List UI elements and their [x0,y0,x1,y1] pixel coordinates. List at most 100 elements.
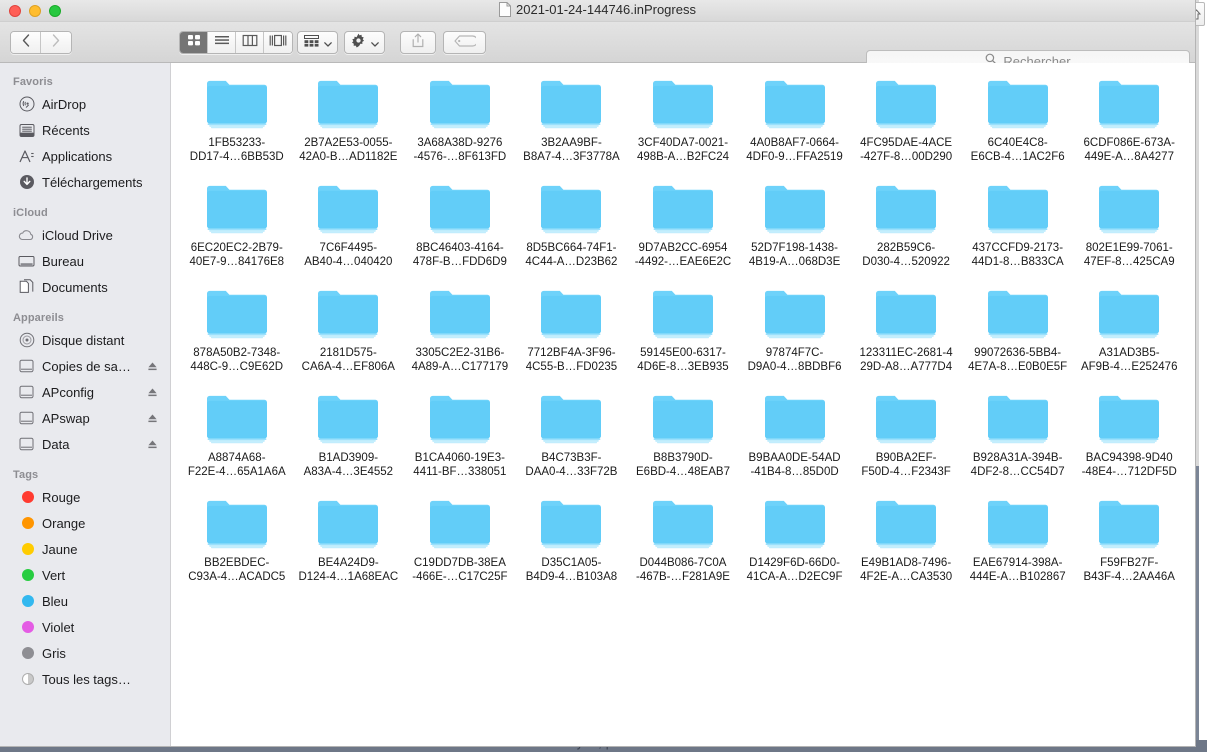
file-item[interactable]: 97874F7C- D9A0-4…8BDBF6 [739,287,851,374]
eject-icon[interactable] [147,361,158,372]
folder-icon [874,392,938,445]
sidebar-tag-vert[interactable]: Vert [0,562,170,588]
list-view-button[interactable] [208,32,236,53]
gallery-icon [269,34,287,52]
file-item[interactable]: 6EC20EC2-2B79- 40E7-9…84176E8 [181,182,293,269]
folder-icon [986,392,1050,445]
column-view-button[interactable] [236,32,264,53]
file-item[interactable]: A8874A68- F22E-4…65A1A6A [181,392,293,479]
icon-view-button[interactable] [180,32,208,53]
sidebar-tag-rouge[interactable]: Rouge [0,484,170,510]
file-label-line2: 4B19-A…068D3E [748,256,841,268]
sidebar-item-downloads[interactable]: Téléchargements [0,169,170,195]
sidebar-item-icloud-drive[interactable]: iCloud Drive [0,222,170,248]
tag-dot-icon [18,619,35,636]
eject-icon[interactable] [147,439,158,450]
file-item[interactable]: 2B7A2E53-0055- 42A0-B…AD1182E [293,77,405,164]
file-item[interactable]: D1429F6D-66D0- 41CA-A…D2EC9F [739,497,851,584]
file-item[interactable]: D044B086-7C0A -467B-…F281A9E [627,497,739,584]
arrange-button[interactable] [297,31,338,54]
file-item[interactable]: B928A31A-394B- 4DF2-8…CC54D7 [962,392,1074,479]
file-label: EAE67914-398A- 444E-A…B102867 [966,556,1070,584]
view-mode-buttons [179,31,293,54]
file-item[interactable]: C19DD7DB-38EA -466E-…C17C25F [404,497,516,584]
file-item[interactable]: B8B3790D- E6BD-4…48EAB7 [627,392,739,479]
file-item[interactable]: 3CF40DA7-0021- 498B-A…B2FC24 [627,77,739,164]
file-item[interactable]: 802E1E99-7061- 47EF-8…425CA9 [1073,182,1185,269]
file-item[interactable]: 437CCFD9-2173- 44D1-8…B833CA [962,182,1074,269]
file-item[interactable]: 2181D575- CA6A-4…EF806A [293,287,405,374]
file-item[interactable]: A31AD3B5- AF9B-4…E252476 [1073,287,1185,374]
sidebar-tag-bleu[interactable]: Bleu [0,588,170,614]
file-label-line1: 6CDF086E-673A- [1083,137,1175,149]
file-label-line1: 2B7A2E53-0055- [304,137,393,149]
file-item[interactable]: 4FC95DAE-4ACE -427F-8…00D290 [850,77,962,164]
sidebar-item-airdrop[interactable]: AirDrop [0,91,170,117]
file-item[interactable]: 59145E00-6317- 4D6E-8…3EB935 [627,287,739,374]
sidebar-tag-orange[interactable]: Orange [0,510,170,536]
file-label: 4FC95DAE-4ACE -427F-8…00D290 [854,136,958,164]
file-item[interactable]: B4C73B3F- DAA0-4…33F72B [516,392,628,479]
sidebar-item-disque-distant[interactable]: Disque distant [0,327,170,353]
file-item[interactable]: 3B2AA9BF- B8A7-4…3F3778A [516,77,628,164]
file-label-line1: D1429F6D-66D0- [749,557,840,569]
sidebar-item-desktop[interactable]: Bureau [0,248,170,274]
sidebar-item-apconfig[interactable]: APconfig [0,379,170,405]
file-label: D35C1A05- B4D9-4…B103A8 [519,556,623,584]
share-button[interactable] [400,31,436,54]
file-item[interactable]: BB2EBDEC- C93A-4…ACADC5 [181,497,293,584]
sidebar-tag-violet[interactable]: Violet [0,614,170,640]
file-item[interactable]: 8BC46403-4164- 478F-B…FDD6D9 [404,182,516,269]
sidebar-item-documents[interactable]: Documents [0,274,170,300]
action-button[interactable] [344,31,385,54]
finder-window: 2021-01-24-144746.inProgress Rechercher … [0,0,1196,747]
file-item[interactable]: B1AD3909- A83A-4…3E4552 [293,392,405,479]
file-item[interactable]: 6C40E4C8- E6CB-4…1AC2F6 [962,77,1074,164]
file-item[interactable]: E49B1AD8-7496- 4F2E-A…CA3530 [850,497,962,584]
file-item[interactable]: 282B59C6- D030-4…520922 [850,182,962,269]
file-item[interactable]: 878A50B2-7348- 448C-9…C9E62D [181,287,293,374]
file-label-line1: B4C73B3F- [541,452,602,464]
file-item[interactable]: 4A0B8AF7-0664- 4DF0-9…FFA2519 [739,77,851,164]
sidebar-tag-all[interactable]: Tous les tags… [0,666,170,692]
file-item[interactable]: 123311EC-2681-4 29D-A8…A777D4 [850,287,962,374]
file-label-line1: A8874A68- [207,452,266,464]
file-item[interactable]: 7712BF4A-3F96- 4C55-B…FD0235 [516,287,628,374]
tag-button[interactable] [443,31,486,54]
window-titlebar: 2021-01-24-144746.inProgress [0,0,1195,22]
sidebar-tag-gris[interactable]: Gris [0,640,170,666]
file-item[interactable]: B1CA4060-19E3- 4411-BF…338051 [404,392,516,479]
file-label-line1: 878A50B2-7348- [193,347,281,359]
sidebar-item-applications[interactable]: Applications [0,143,170,169]
sidebar-tag-jaune[interactable]: Jaune [0,536,170,562]
sidebar-item-copies-de-sauvegarde[interactable]: Copies de sa… [0,353,170,379]
gallery-view-button[interactable] [264,32,292,53]
sidebar-item-recents[interactable]: Récents [0,117,170,143]
finder-toolbar: Rechercher [0,22,1195,72]
file-item[interactable]: 7C6F4495- AB40-4…040420 [293,182,405,269]
file-item[interactable]: 8D5BC664-74F1- 4C44-A…D23B62 [516,182,628,269]
file-item[interactable]: 6CDF086E-673A- 449E-A…8A4277 [1073,77,1185,164]
file-item[interactable]: BAC94398-9D40 -48E4-…712DF5D [1073,392,1185,479]
eject-icon[interactable] [147,413,158,424]
back-button[interactable] [11,32,41,53]
file-label-line2: -4492-…EAE6E2C [634,256,732,268]
file-item[interactable]: 3305C2E2-31B6- 4A89-A…C177179 [404,287,516,374]
file-area[interactable]: 1FB53233- DD17-4…6BB53D 2B7A2E53-0055- 42A… [171,63,1195,746]
forward-button[interactable] [41,32,71,53]
file-item[interactable]: B9BAA0DE-54AD -41B4-8…85D0D [739,392,851,479]
sidebar-item-data[interactable]: Data [0,431,170,457]
file-item[interactable]: B90BA2EF- F50D-4…F2343F [850,392,962,479]
file-item[interactable]: EAE67914-398A- 444E-A…B102867 [962,497,1074,584]
file-item[interactable]: 52D7F198-1438- 4B19-A…068D3E [739,182,851,269]
file-item[interactable]: 9D7AB2CC-6954 -4492-…EAE6E2C [627,182,739,269]
folder-icon [316,497,380,550]
sidebar-item-apswap[interactable]: APswap [0,405,170,431]
file-item[interactable]: D35C1A05- B4D9-4…B103A8 [516,497,628,584]
file-item[interactable]: 3A68A38D-9276 -4576-…8F613FD [404,77,516,164]
file-item[interactable]: 1FB53233- DD17-4…6BB53D [181,77,293,164]
file-item[interactable]: F59FB27F- B43F-4…2AA46A [1073,497,1185,584]
eject-icon[interactable] [147,387,158,398]
file-item[interactable]: 99072636-5BB4- 4E7A-8…E0B0E5F [962,287,1074,374]
file-item[interactable]: BE4A24D9- D124-4…1A68EAC [293,497,405,584]
